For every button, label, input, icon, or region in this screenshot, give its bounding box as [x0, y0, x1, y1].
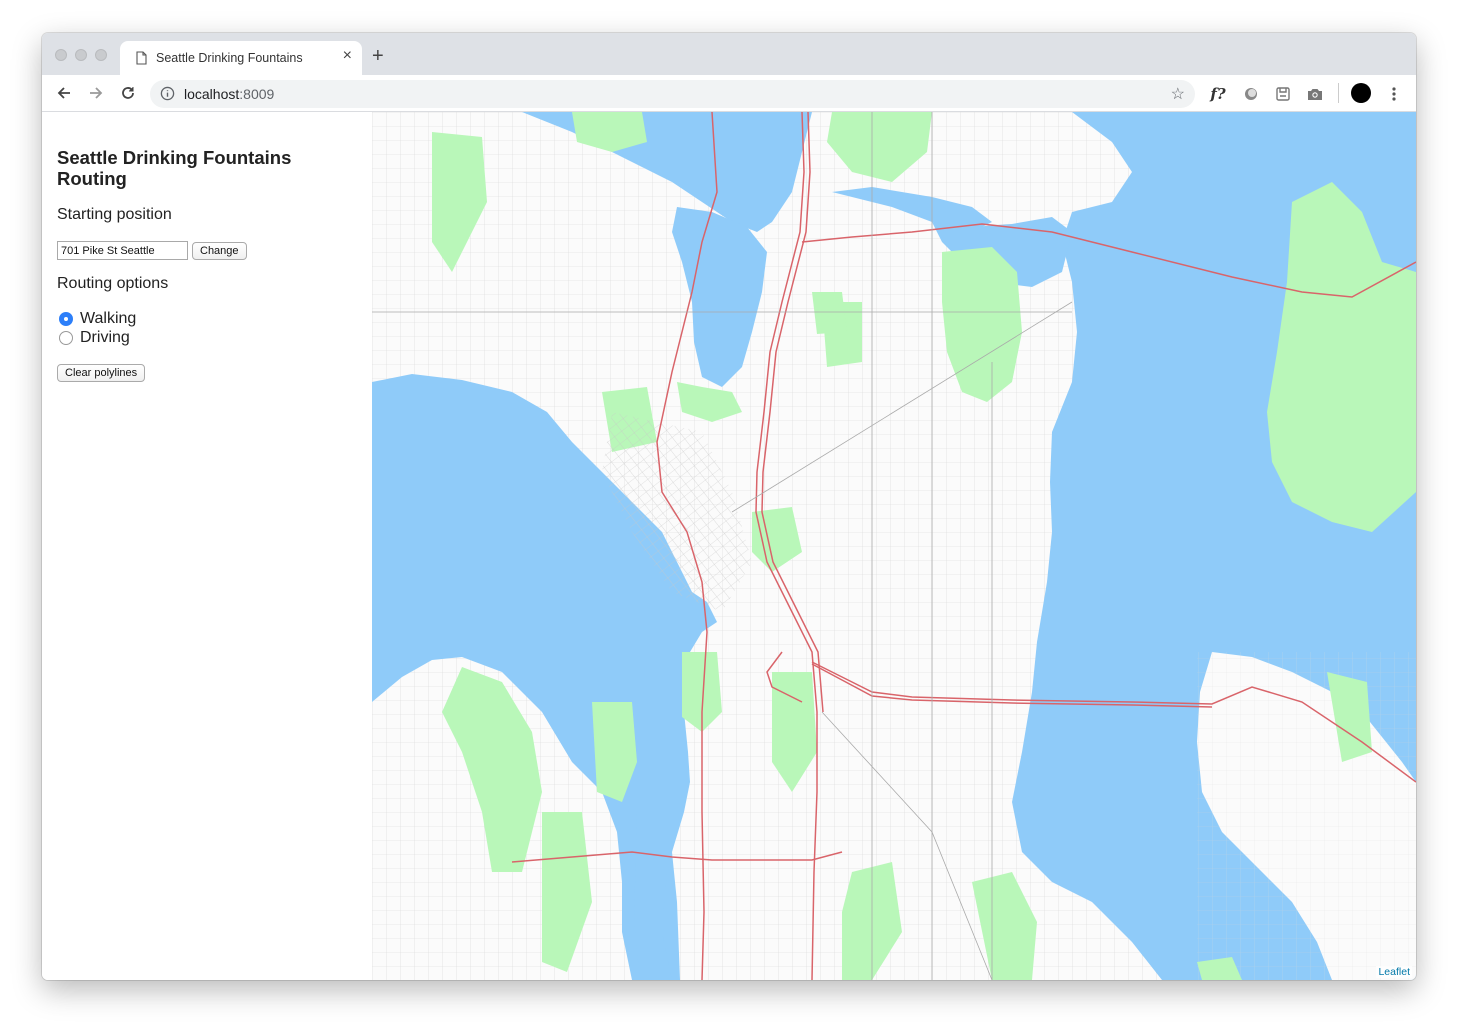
sidebar-panel: Seattle Drinking Fountains Routing Start…: [42, 112, 372, 980]
document-icon: [136, 51, 147, 70]
walking-label: Walking: [80, 310, 137, 327]
formula-extension-button[interactable]: f?: [1208, 84, 1228, 104]
tab-title: Seattle Drinking Fountains: [156, 51, 303, 65]
driving-option[interactable]: Driving: [59, 329, 130, 347]
url-port: :8009: [239, 86, 275, 102]
close-window-button[interactable]: [55, 49, 67, 61]
browser-tab[interactable]: Seattle Drinking Fountains ×: [120, 41, 362, 75]
driving-label: Driving: [80, 329, 130, 346]
zoom-window-button[interactable]: [95, 49, 107, 61]
toggle-icon: [1245, 88, 1257, 100]
formula-icon: f?: [1210, 85, 1226, 103]
clear-polylines-button[interactable]: Clear polylines: [57, 364, 146, 382]
address-bar[interactable]: localhost:8009 ☆: [150, 80, 1195, 108]
starting-position-heading: Starting position: [57, 206, 172, 223]
tab-bar: Seattle Drinking Fountains × +: [42, 33, 1416, 75]
map-view[interactable]: Leaflet: [372, 112, 1416, 980]
page-save-icon: [1276, 87, 1290, 101]
reload-icon: [122, 87, 134, 99]
driving-radio[interactable]: [59, 331, 73, 345]
url-host: localhost: [184, 86, 240, 102]
screenshot-extension-button[interactable]: [1305, 84, 1325, 104]
address-input[interactable]: [57, 241, 188, 260]
new-tab-button[interactable]: +: [372, 46, 384, 66]
routing-options-heading: Routing options: [57, 275, 169, 292]
browser-menu-button[interactable]: [1384, 84, 1404, 104]
url-text[interactable]: localhost:8009: [184, 86, 274, 102]
park-interlaken: [812, 292, 847, 334]
minimize-window-button[interactable]: [75, 49, 87, 61]
profile-avatar[interactable]: [1351, 83, 1371, 103]
back-button[interactable]: [52, 81, 76, 105]
page-title: Seattle Drinking Fountains Routing: [57, 147, 292, 189]
toggle-extension-button[interactable]: [1241, 84, 1261, 104]
avatar-icon: [1351, 83, 1371, 103]
browser-toolbar: localhost:8009 ☆ f?: [42, 75, 1416, 112]
forward-button[interactable]: [84, 81, 108, 105]
arrow-right-icon: [90, 87, 103, 99]
arrow-left-icon: [57, 87, 70, 99]
walking-radio[interactable]: [59, 312, 73, 326]
walking-option[interactable]: Walking: [59, 310, 136, 328]
close-tab-icon[interactable]: ×: [343, 47, 352, 65]
leaflet-attribution-link[interactable]: Leaflet: [1376, 966, 1412, 978]
info-icon[interactable]: [160, 86, 175, 106]
mercer-island-streets: [1197, 652, 1416, 980]
kebab-menu-icon: [1392, 87, 1396, 101]
reload-button[interactable]: [116, 81, 140, 105]
browser-window: Seattle Drinking Fountains × + localhost…: [42, 33, 1416, 980]
toolbar-divider: [1338, 83, 1339, 103]
bookmark-star-icon[interactable]: ☆: [1171, 84, 1185, 104]
change-button[interactable]: Change: [192, 242, 247, 260]
page-save-extension-button[interactable]: [1273, 84, 1293, 104]
map-tiles[interactable]: [372, 112, 1416, 980]
camera-icon: [1308, 89, 1322, 100]
